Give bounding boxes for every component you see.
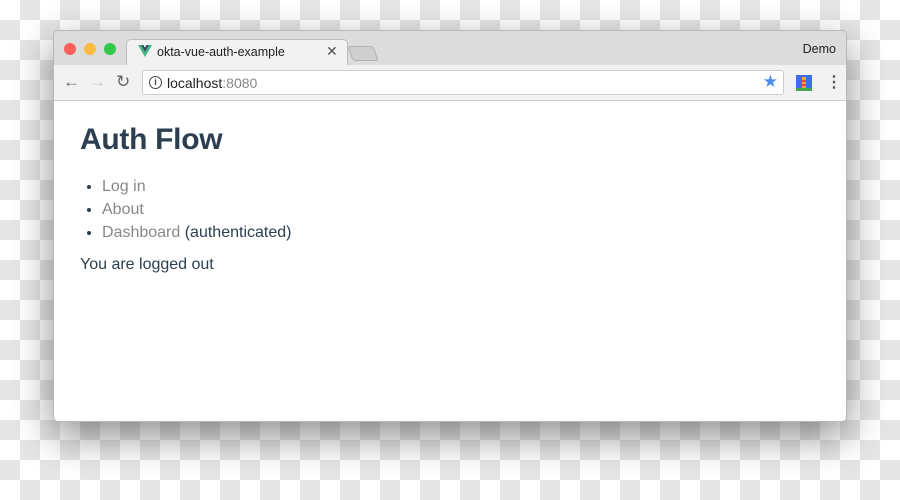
about-link[interactable]: About [102,201,144,218]
info-icon[interactable]: i [149,76,162,89]
bookmark-star-icon[interactable]: ★ [763,72,778,92]
toolbar: ← → ↻ i localhost:8080 ★ ⋮ [54,65,846,101]
new-tab-button[interactable] [347,46,379,61]
url-host: localhost [167,75,223,91]
minimize-window-button[interactable] [84,43,96,55]
lighthouse-extension-icon[interactable] [796,75,812,91]
authenticated-note: (authenticated) [180,224,292,241]
address-bar[interactable]: i localhost:8080 ★ [142,70,784,95]
browser-window: okta-vue-auth-example ✕ Demo ← → ↻ i loc… [53,30,847,422]
login-status: You are logged out [80,256,214,273]
login-link[interactable]: Log in [102,178,146,195]
list-item: Dashboard (authenticated) [102,221,820,244]
profile-name[interactable]: Demo [803,42,836,56]
tab-title: okta-vue-auth-example [157,45,285,59]
tab-bar: okta-vue-auth-example ✕ Demo [54,31,846,66]
page-title: Auth Flow [80,123,223,156]
menu-icon[interactable]: ⋮ [826,72,842,92]
url-port: :8080 [222,75,258,91]
nav-list: Log in About Dashboard (authenticated) [102,175,820,244]
reload-icon[interactable]: ↻ [116,72,130,92]
back-icon[interactable]: ← [63,72,80,92]
maximize-window-button[interactable] [104,43,116,55]
vue-logo-icon [138,45,152,57]
close-window-button[interactable] [64,43,76,55]
list-item: Log in [102,175,820,198]
forward-icon[interactable]: → [89,72,106,92]
list-item: About [102,198,820,221]
close-tab-icon[interactable]: ✕ [326,43,338,60]
dashboard-link[interactable]: Dashboard [102,224,180,241]
page-content: Auth Flow Log in About Dashboard (authen… [54,101,846,296]
url-text: localhost:8080 [167,75,257,91]
